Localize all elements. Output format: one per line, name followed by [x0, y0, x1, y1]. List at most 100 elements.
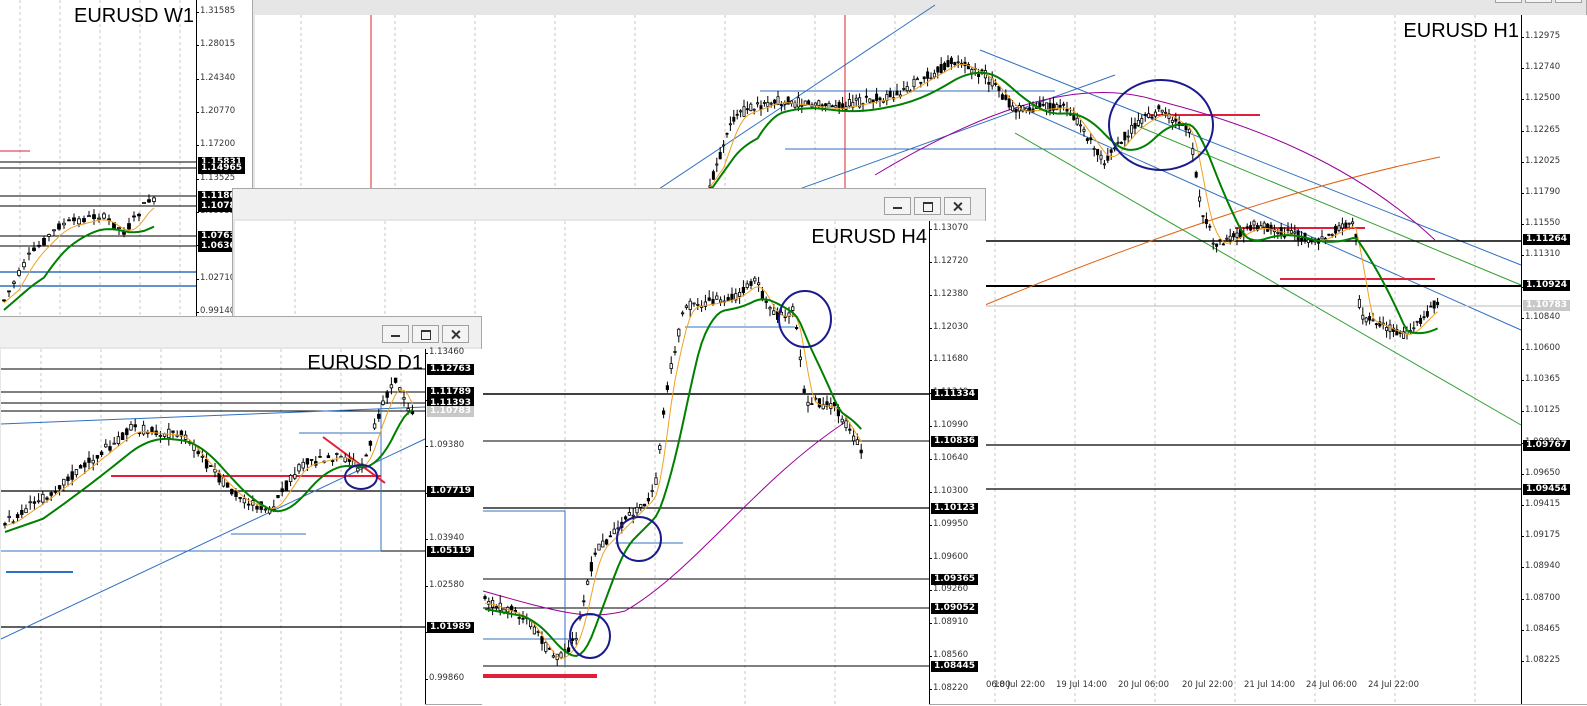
minimize-button-h1[interactable] — [1495, 0, 1522, 3]
candle-body — [711, 298, 715, 305]
titlebar-h4[interactable] — [233, 189, 985, 219]
maximize-button-h4[interactable] — [914, 197, 941, 215]
candle-body — [852, 435, 856, 442]
candle-body — [631, 514, 635, 517]
candle-body — [95, 455, 100, 459]
price-tick: 1.09950 — [928, 518, 969, 529]
candle-body — [715, 295, 719, 300]
candle-body — [1011, 105, 1015, 112]
candle-body — [742, 106, 746, 117]
candle-body — [91, 459, 95, 464]
time-label: 24 Jul 22:00 — [1368, 680, 1419, 690]
close-button-h1[interactable] — [1555, 0, 1582, 3]
candle-body — [234, 491, 238, 497]
candle-body — [1136, 119, 1140, 126]
candle-body — [305, 458, 310, 465]
candle-body — [864, 95, 868, 98]
price-tick: 1.11680 — [928, 354, 969, 365]
candle-body — [1062, 103, 1066, 106]
candle-body — [1252, 220, 1256, 226]
candle-body — [854, 97, 858, 101]
candle-body — [627, 512, 632, 516]
price-level-label: 1.10924 — [1523, 280, 1570, 291]
candle-body — [1187, 128, 1191, 133]
plot-area-d1[interactable]: EURUSD D1 — [0, 349, 426, 706]
candle-body — [830, 105, 834, 108]
candle-body — [673, 351, 677, 353]
candle-body — [137, 213, 141, 217]
price-tick: 1.10125 — [1520, 405, 1561, 416]
price-level-label: 1.09365 — [931, 574, 978, 585]
candle-body — [97, 217, 101, 220]
candle-body — [730, 293, 734, 301]
price-tick: 1.03940 — [424, 533, 465, 544]
price-tick: 1.10640 — [928, 453, 969, 463]
price-tick: 1.12025 — [1520, 155, 1561, 166]
chart-title-h4: EURUSD H4 — [811, 226, 927, 248]
candle-body — [1014, 108, 1018, 113]
maximize-button-d1[interactable] — [412, 325, 439, 343]
candle-body — [217, 472, 221, 483]
candle-body — [1028, 107, 1032, 112]
window-controls-d1 — [382, 325, 469, 343]
candle-body — [1082, 128, 1086, 132]
candle-body — [658, 445, 662, 450]
maximize-button-h1[interactable] — [1525, 0, 1552, 3]
ma-orange-line — [984, 156, 1441, 306]
candle-body — [612, 528, 616, 535]
candle-body — [1140, 118, 1144, 124]
candle-body — [509, 605, 514, 611]
price-tick: 1.24340 — [195, 72, 236, 83]
candle-body — [661, 410, 666, 415]
close-button-h4[interactable] — [944, 197, 971, 215]
plot-area-w1[interactable]: EURUSD W1 — [0, 0, 196, 320]
candle-body — [669, 363, 673, 369]
candle-body — [949, 57, 953, 65]
candle-body — [41, 493, 45, 503]
candle-body — [741, 287, 746, 294]
candle-body — [1357, 298, 1361, 308]
candle-body — [820, 104, 824, 107]
candle-body — [977, 74, 981, 77]
candle-body — [650, 490, 654, 492]
price-level-label: 1.10836 — [931, 436, 978, 447]
candle-body — [1293, 231, 1297, 234]
candle-body — [204, 458, 209, 469]
candle-body — [27, 252, 31, 255]
candle-body — [566, 647, 571, 652]
candle-body — [601, 540, 605, 548]
candle-body — [1422, 316, 1426, 319]
candle-body — [87, 215, 91, 218]
green-channel-line — [1014, 132, 1522, 426]
candle-body — [1334, 225, 1338, 234]
candle-body — [1085, 138, 1089, 141]
candle-body — [1102, 163, 1106, 166]
candle-body — [929, 77, 933, 80]
candle-body — [593, 552, 597, 555]
minimize-button-h4[interactable] — [884, 197, 911, 215]
candle-body — [779, 104, 783, 106]
price-tick: 1.11790 — [1520, 187, 1561, 197]
candle-body — [297, 464, 301, 472]
candle-body — [1092, 148, 1096, 150]
candle-body — [939, 63, 943, 74]
price-tick: 1.09415 — [1520, 499, 1561, 509]
candle-body — [551, 655, 556, 658]
candle-body — [1374, 323, 1378, 326]
candle-body — [1130, 124, 1134, 134]
candle-body — [120, 432, 125, 441]
candle-body — [728, 123, 732, 126]
close-button-d1[interactable] — [442, 325, 469, 343]
candle-body — [92, 214, 96, 220]
candle-body — [871, 99, 875, 103]
channel-line — [0, 438, 426, 640]
candle-body — [946, 60, 950, 67]
chart-window-w1[interactable]: EURUSD W1 1.31585 1.28015 1.24340 1.20770 1.… — [0, 0, 250, 320]
chart-window-d1[interactable]: EURUSD D1 1.134601.104001.093801.066601.… — [0, 316, 482, 706]
candle-body — [1099, 154, 1103, 160]
candle-body — [393, 377, 398, 383]
candle-body — [732, 116, 736, 122]
minimize-button-d1[interactable] — [382, 325, 409, 343]
candle-body — [1041, 104, 1045, 106]
candle-body — [570, 638, 575, 641]
